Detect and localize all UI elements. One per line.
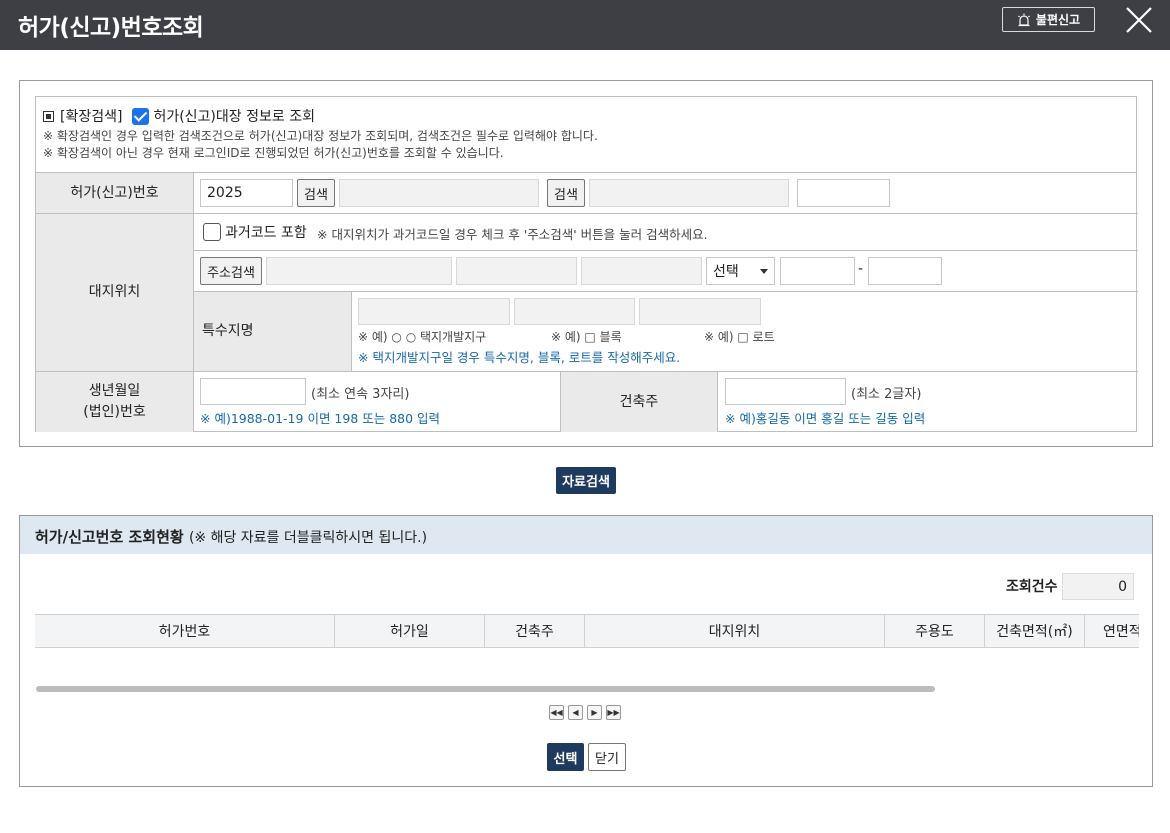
column-building-area[interactable]: 건축면적(㎡) (985, 615, 1085, 647)
address-field-1 (266, 257, 452, 285)
lot-example: ※ 예) □ 로트 (704, 330, 775, 344)
lot-main-number-input[interactable] (780, 257, 855, 285)
birth-label-line-2: (법인)번호 (83, 404, 146, 420)
select-button[interactable]: 선택 (547, 743, 584, 771)
popup-header: 허가(신고)번호조회 불편신고 (0, 0, 1170, 50)
permit-field-disabled-2 (589, 179, 789, 207)
close-icon[interactable] (1124, 5, 1154, 35)
page-title: 허가(신고)번호조회 (18, 15, 204, 41)
siren-icon (1018, 13, 1030, 26)
result-count-label: 조회건수 (1006, 579, 1058, 595)
birth-number-input[interactable] (200, 378, 306, 405)
permit-year-input[interactable]: 2025 (200, 179, 293, 207)
permit-serial-input[interactable] (797, 179, 890, 207)
owner-input[interactable] (725, 378, 846, 405)
chevron-down-icon (760, 268, 768, 274)
lot-type-select-value: 선택 (713, 264, 739, 280)
owner-hint: (최소 2글자) (851, 387, 922, 402)
permit-search-button-1[interactable]: 검색 (297, 179, 335, 207)
column-permit-number[interactable]: 허가번호 (35, 615, 335, 647)
lot-type-select[interactable]: 선택 (706, 257, 775, 285)
results-table-header: 허가번호 허가일 건축주 대지위치 주용도 건축면적(㎡) 연면적 (35, 614, 1139, 648)
address-field-2 (456, 257, 577, 285)
past-code-checkbox[interactable] (203, 223, 221, 241)
address-field-3 (581, 257, 702, 285)
owner-note: ※ 예)홍길동 이면 홍길 또는 길동 입력 (725, 411, 926, 426)
results-subtitle: (※ 해당 자료를 더블클릭하시면 됩니다.) (188, 530, 428, 546)
complaint-label: 불편신고 (1035, 13, 1081, 27)
lot-number-dash: - (858, 261, 864, 277)
prev-page-icon[interactable]: ◀ (568, 705, 583, 720)
results-panel: 허가/신고번호 조회현황 (※ 해당 자료를 더블클릭하시면 됩니다.) 조회건… (19, 515, 1153, 787)
column-site-location[interactable]: 대지위치 (585, 615, 885, 647)
bullet-icon (43, 110, 54, 122)
site-location-label: 대지위치 (36, 214, 194, 372)
next-page-icon[interactable]: ▶ (587, 705, 602, 720)
permit-number-label: 허가(신고)번호 (36, 173, 194, 214)
first-page-icon[interactable]: ◀◀ (549, 705, 564, 720)
extended-search-note-2: ※ 확장검색이 아닌 경우 현재 로그인ID로 진행되었던 허가(신고)번호를 … (43, 146, 504, 160)
past-code-note: ※ 대지위치가 과거코드일 경우 체크 후 '주소검색' 버튼을 눌러 검색하세… (317, 227, 708, 242)
results-header: 허가/신고번호 조회현황 (※ 해당 자료를 더블클릭하시면 됩니다.) (20, 516, 1152, 554)
close-button[interactable]: 닫기 (588, 743, 626, 771)
column-main-use[interactable]: 주용도 (885, 615, 985, 647)
last-page-icon[interactable]: ▶▶ (606, 705, 621, 720)
extended-search-checkbox-label: 허가(신고)대장 정보로 조회 (153, 109, 315, 125)
results-title: 허가/신고번호 조회현황 (35, 528, 184, 546)
horizontal-scrollbar[interactable] (36, 686, 935, 692)
lot-sub-number-input[interactable] (868, 257, 942, 285)
column-owner[interactable]: 건축주 (485, 615, 585, 647)
extended-search-note-1: ※ 확장검색인 경우 입력한 검색조건으로 허가(신고)대장 정보가 조회되며,… (43, 129, 598, 143)
birth-label-line-1: 생년월일 (88, 383, 141, 399)
complaint-button[interactable]: 불편신고 (1002, 7, 1095, 32)
birth-number-note: ※ 예)1988-01-19 이면 198 또는 880 입력 (200, 411, 441, 426)
permit-search-button-2[interactable]: 검색 (547, 179, 585, 207)
address-search-button[interactable]: 주소검색 (200, 257, 262, 285)
birth-number-hint: (최소 연속 3자리) (311, 387, 410, 402)
column-permit-date[interactable]: 허가일 (335, 615, 485, 647)
block-example: ※ 예) □ 블록 (551, 330, 622, 344)
special-name-label: 특수지명 (194, 292, 352, 372)
special-name-note: ※ 택지개발지구일 경우 특수지명, 블록, 로트를 작성해주세요. (358, 350, 681, 365)
birth-number-label: 생년월일 (법인)번호 (36, 372, 194, 432)
permit-field-disabled-1 (339, 179, 539, 207)
past-code-label: 과거코드 포함 (225, 225, 307, 241)
owner-label: 건축주 (560, 372, 718, 432)
search-form: [확장검색] 허가(신고)대장 정보로 조회 ※ 확장검색인 경우 입력한 검색… (35, 96, 1138, 432)
block-input[interactable] (514, 298, 635, 325)
extended-search-row: [확장검색] 허가(신고)대장 정보로 조회 ※ 확장검색인 경우 입력한 검색… (36, 97, 1136, 173)
lot-input[interactable] (639, 298, 761, 325)
special-name-input[interactable] (358, 298, 510, 325)
special-name-example: ※ 예) ○ ○ 택지개발지구 (358, 330, 487, 344)
data-search-button[interactable]: 자료검색 (556, 467, 616, 494)
result-count-value: 0 (1062, 573, 1134, 600)
extended-search-label: [확장검색] (60, 109, 123, 125)
extended-search-checkbox[interactable] (132, 107, 150, 125)
search-panel: [확장검색] 허가(신고)대장 정보로 조회 ※ 확장검색인 경우 입력한 검색… (19, 80, 1153, 447)
column-total-floor-area[interactable]: 연면적 (1085, 615, 1139, 647)
